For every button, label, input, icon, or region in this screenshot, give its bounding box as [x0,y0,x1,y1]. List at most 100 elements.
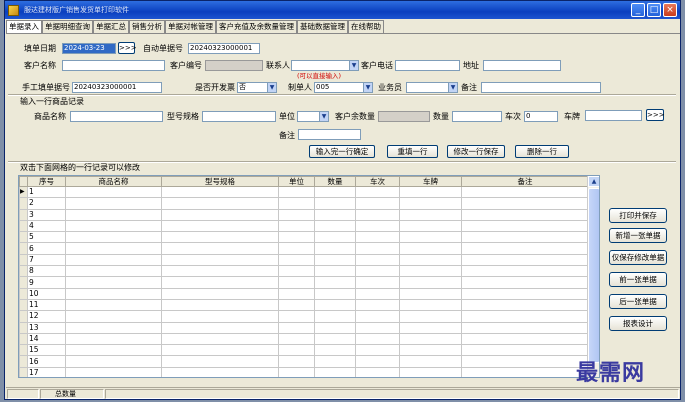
table-cell[interactable] [461,185,589,199]
tab-detail-query[interactable]: 单据明细查询 [42,20,93,33]
table-cell[interactable] [278,231,315,244]
table-cell[interactable] [314,332,356,346]
row-selector[interactable] [19,344,28,357]
close-button[interactable]: × [663,3,677,17]
table-cell[interactable] [314,298,356,312]
table-cell[interactable] [355,231,400,244]
qty-input[interactable] [452,111,502,122]
table-cell[interactable] [355,197,400,210]
table-cell[interactable] [399,231,462,244]
col-header[interactable]: 型号规格 [161,176,279,187]
row-selector[interactable] [19,332,28,346]
table-cell[interactable] [65,219,162,233]
note-input[interactable] [298,129,361,140]
table-cell[interactable] [65,332,162,346]
table-cell[interactable] [278,355,315,368]
trips-input[interactable]: 0 [524,111,558,122]
table-cell[interactable] [461,242,589,255]
table-cell[interactable] [314,344,356,357]
table-row[interactable]: 17 [19,366,589,377]
table-cell[interactable] [461,197,589,210]
table-cell[interactable] [65,321,162,334]
table-cell[interactable] [461,231,589,244]
table-cell[interactable] [355,253,400,267]
col-header[interactable]: 车次 [355,176,400,187]
col-header[interactable]: 车牌 [399,176,462,187]
table-cell[interactable] [399,366,462,377]
table-cell[interactable] [355,242,400,255]
row-selector[interactable]: ▶ [19,185,28,199]
table-cell[interactable] [314,208,356,221]
save-row-button[interactable]: 修改一行保存 [447,145,505,158]
table-cell[interactable] [161,231,279,244]
table-cell[interactable] [461,276,589,289]
delete-row-button[interactable]: 删除一行 [515,145,569,158]
row-selector[interactable] [19,219,28,233]
table-cell[interactable] [278,219,315,233]
table-cell[interactable] [314,276,356,289]
grid-scrollbar[interactable]: ▲ [587,176,599,377]
refill-row-button[interactable]: 重填一行 [387,145,438,158]
items-grid[interactable]: 序号 商品名称 型号规格 单位 数量 车次 车牌 备注 ▶ 1 2 3 4 5 6 7 8 9 10… [18,175,600,378]
table-row[interactable]: 14 [19,332,589,346]
table-cell[interactable] [355,219,400,233]
row-selector[interactable] [19,253,28,267]
auto-no-input[interactable]: 20240323000001 [188,43,260,54]
table-cell[interactable] [314,355,356,368]
address-input[interactable] [483,60,561,71]
confirm-row-button[interactable]: 输入完一行确定 [309,145,375,158]
table-cell[interactable] [161,276,279,289]
table-cell[interactable] [65,344,162,357]
table-row[interactable]: 12 [19,310,589,323]
table-cell[interactable] [355,185,400,199]
table-cell[interactable] [65,242,162,255]
table-cell[interactable] [355,366,400,377]
table-cell[interactable] [355,332,400,346]
table-cell[interactable] [161,219,279,233]
table-cell[interactable] [278,265,315,278]
table-cell[interactable] [355,208,400,221]
table-cell[interactable] [65,276,162,289]
table-cell[interactable] [65,366,162,377]
table-cell[interactable] [399,344,462,357]
table-cell[interactable] [355,310,400,323]
table-cell[interactable] [399,321,462,334]
table-cell[interactable] [399,253,462,267]
table-cell[interactable] [65,298,162,312]
table-cell[interactable] [161,287,279,300]
customer-name-input[interactable] [62,60,165,71]
table-cell[interactable] [65,197,162,210]
invoice-select[interactable]: 否 ▼ [237,82,277,93]
table-cell[interactable] [461,332,589,346]
row-selector[interactable] [19,265,28,278]
table-cell[interactable] [161,242,279,255]
table-cell[interactable] [399,197,462,210]
table-cell[interactable] [461,344,589,357]
table-cell[interactable] [461,208,589,221]
table-cell[interactable] [65,253,162,267]
table-cell[interactable] [278,310,315,323]
table-cell[interactable] [355,276,400,289]
maximize-button[interactable]: □ [647,3,661,17]
table-cell[interactable] [314,265,356,278]
table-row[interactable]: 5 [19,231,589,244]
table-cell[interactable] [399,242,462,255]
table-cell[interactable] [355,321,400,334]
row-selector[interactable] [19,197,28,210]
phone-input[interactable] [395,60,460,71]
new-bill-button[interactable]: 新增一张单据 [609,228,667,243]
row-selector[interactable] [19,208,28,221]
table-cell[interactable] [161,355,279,368]
table-cell[interactable] [314,253,356,267]
table-cell[interactable] [278,276,315,289]
scroll-up-icon[interactable]: ▲ [588,176,599,187]
remark-input[interactable] [481,82,601,93]
row-selector[interactable] [19,366,28,377]
save-modified-button[interactable]: 仅保存修改单据 [609,250,667,265]
table-cell[interactable] [161,298,279,312]
table-cell[interactable] [461,355,589,368]
table-row[interactable]: 7 [19,253,589,267]
row-selector[interactable] [19,355,28,368]
table-row[interactable]: 2 [19,197,589,210]
table-cell[interactable] [314,185,356,199]
